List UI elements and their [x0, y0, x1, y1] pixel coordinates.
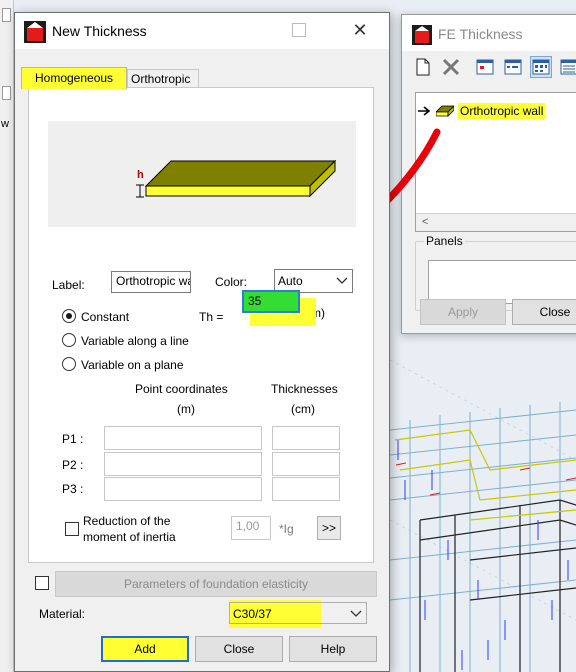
radio-variable-plane[interactable]: [62, 357, 76, 371]
material-caption: Material:: [39, 607, 86, 621]
p2-label: P2 :: [62, 458, 84, 472]
radio-constant[interactable]: [62, 309, 76, 323]
reduction-unit: *Ig: [279, 522, 294, 536]
panels-field[interactable]: [428, 260, 576, 304]
radio-variable-plane-label: Variable on a plane: [81, 358, 184, 372]
thickness-list[interactable]: Orthotropic wall <: [415, 92, 576, 232]
app-icon: [24, 21, 46, 43]
homogeneous-tab-panel: h Label: Orthotropic wall Color: Auto Co…: [28, 87, 374, 563]
maximize-icon: [292, 23, 306, 37]
elasticity-checkbox[interactable]: [35, 576, 49, 590]
point-coords-unit: (m): [177, 402, 195, 416]
label-input[interactable]: Orthotropic wall: [111, 271, 191, 293]
slab-preview: h: [48, 121, 356, 227]
fe-thickness-window: FE Thickness Orthotropic wall < Panels A…: [401, 14, 576, 334]
apply-button[interactable]: Apply: [420, 299, 506, 325]
thicknesses-header: Thicknesses: [271, 382, 338, 396]
reduction-checkbox[interactable]: [65, 522, 79, 536]
fe-thickness-toolbar: [402, 53, 576, 83]
p2-coords-input[interactable]: [104, 452, 262, 476]
view-icon-3: [532, 59, 550, 75]
arrow-right-icon: [418, 106, 431, 116]
th-input[interactable]: 35: [242, 290, 300, 313]
chevron-down-icon: [350, 610, 362, 617]
p3-thickness-input[interactable]: [272, 477, 340, 501]
radio-variable-line-label: Variable along a line: [81, 334, 189, 348]
tab-orthotropic[interactable]: Orthotropic: [127, 69, 199, 89]
fe-close-button[interactable]: Close: [512, 299, 576, 325]
color-value: Auto: [278, 274, 303, 288]
reduction-input[interactable]: 1,00: [231, 516, 271, 540]
view-icon-1: [476, 59, 494, 75]
point-coords-header: Point coordinates: [135, 382, 228, 396]
view-button-2[interactable]: [502, 56, 524, 78]
left-toolbar-strip: w: [0, 0, 14, 672]
material-value: C30/37: [233, 607, 272, 621]
toolbar-button[interactable]: [2, 86, 11, 100]
reduction-label-line2: moment of inertia: [83, 530, 176, 544]
thicknesses-unit: (cm): [291, 402, 315, 416]
delete-button[interactable]: [440, 56, 462, 78]
list-item[interactable]: Orthotropic wall: [418, 101, 546, 121]
slab-illustration: h: [136, 159, 337, 198]
panels-label: Panels: [424, 234, 465, 248]
view-button-3[interactable]: [530, 56, 552, 78]
reduction-label-line1: Reduction of the: [83, 514, 171, 528]
close-icon[interactable]: ✕: [349, 20, 371, 42]
tab-homogeneous-label: Homogeneous: [35, 71, 114, 85]
view-icon-2: [504, 59, 522, 75]
add-button[interactable]: Add: [101, 636, 189, 662]
p1-coords-input[interactable]: [104, 426, 262, 450]
view-button-1[interactable]: [474, 56, 496, 78]
close-button[interactable]: Close: [195, 636, 283, 662]
fe-thickness-title: FE Thickness: [438, 26, 523, 42]
app-icon: [412, 25, 432, 45]
p3-label: P3 :: [62, 482, 84, 496]
material-select[interactable]: C30/37: [229, 602, 367, 624]
wall-icon: [436, 105, 454, 117]
new-icon: [416, 58, 430, 76]
radio-variable-line[interactable]: [62, 333, 76, 347]
color-caption: Color:: [215, 275, 248, 289]
dialog-titlebar[interactable]: New Thickness ✕: [15, 13, 389, 49]
p1-thickness-input[interactable]: [272, 426, 340, 450]
list-item-label: Orthotropic wall: [458, 103, 546, 119]
th-caption: Th =: [199, 310, 224, 324]
foundation-elasticity-button[interactable]: Parameters of foundation elasticity: [55, 571, 377, 597]
new-button[interactable]: [412, 56, 434, 78]
help-button[interactable]: Help: [289, 636, 377, 662]
new-thickness-dialog: New Thickness ✕ Homogeneous Orthotropic …: [14, 12, 390, 672]
p3-coords-input[interactable]: [104, 477, 262, 501]
view-button-4[interactable]: [558, 56, 576, 78]
tab-orthotropic-label: Orthotropic: [131, 72, 191, 86]
chevron-down-icon: [336, 277, 348, 284]
scroll-left-icon[interactable]: <: [422, 216, 428, 228]
toolbar-handle: [2, 8, 11, 22]
toolbar-fragment-text: w: [1, 118, 9, 130]
horizontal-scrollbar[interactable]: <: [416, 213, 576, 231]
tab-homogeneous[interactable]: Homogeneous: [21, 67, 127, 89]
p1-label: P1 :: [62, 432, 84, 446]
fe-thickness-titlebar[interactable]: FE Thickness: [402, 15, 576, 51]
radio-constant-label: Constant: [81, 310, 130, 324]
more-button[interactable]: >>: [317, 516, 341, 540]
label-caption: Label:: [52, 278, 85, 292]
preview-h-label: h: [137, 169, 144, 181]
view-icon-4: [560, 59, 576, 75]
dialog-title: New Thickness: [52, 23, 147, 39]
delete-icon: [442, 58, 460, 76]
p2-thickness-input[interactable]: [272, 452, 340, 476]
